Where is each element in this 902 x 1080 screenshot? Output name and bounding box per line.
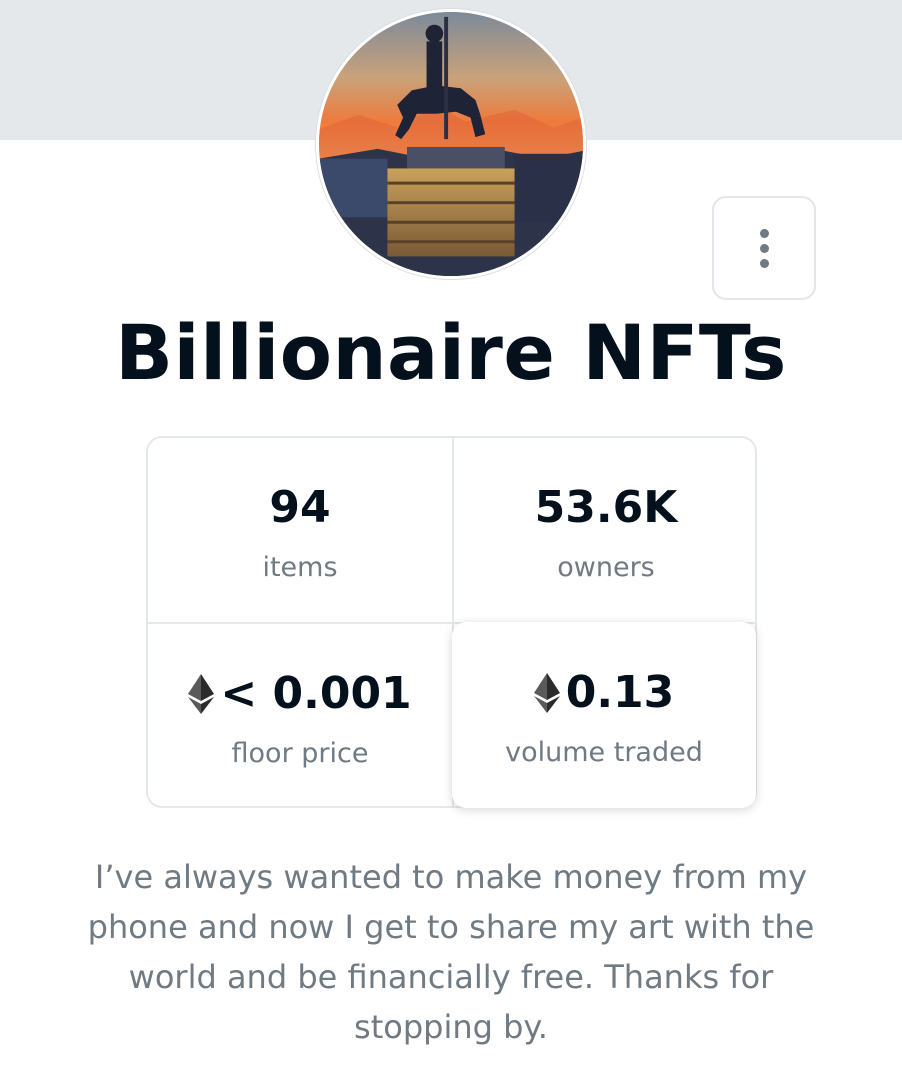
collection-avatar[interactable] — [316, 9, 586, 279]
stat-label: owners — [557, 551, 655, 583]
stat-items[interactable]: 94 items — [148, 438, 452, 622]
more-vertical-icon — [759, 228, 769, 268]
stat-label: floor price — [231, 737, 369, 769]
stat-value: 53.6K — [534, 482, 678, 533]
collection-description: I’ve always wanted to make money from my… — [87, 858, 815, 1046]
stat-value: 0.13 — [565, 667, 675, 718]
ethereum-icon — [188, 673, 215, 714]
stat-volume-traded[interactable]: 0.13 volume traded — [452, 622, 756, 808]
stat-owners[interactable]: 53.6K owners — [454, 438, 758, 622]
stat-floor-price[interactable]: < 0.001 floor price — [148, 624, 452, 808]
stats-grid: 94 items 53.6K owners < 0.001 floor pric… — [146, 436, 757, 808]
stat-label: volume traded — [505, 736, 703, 768]
stat-value: < 0.001 — [220, 668, 412, 719]
more-options-button[interactable] — [712, 196, 816, 300]
collection-title: Billionaire NFTs — [115, 308, 787, 397]
ethereum-icon — [533, 672, 560, 713]
stat-value: 94 — [269, 482, 331, 533]
stat-label: items — [262, 551, 338, 583]
avatar-image — [319, 12, 583, 276]
